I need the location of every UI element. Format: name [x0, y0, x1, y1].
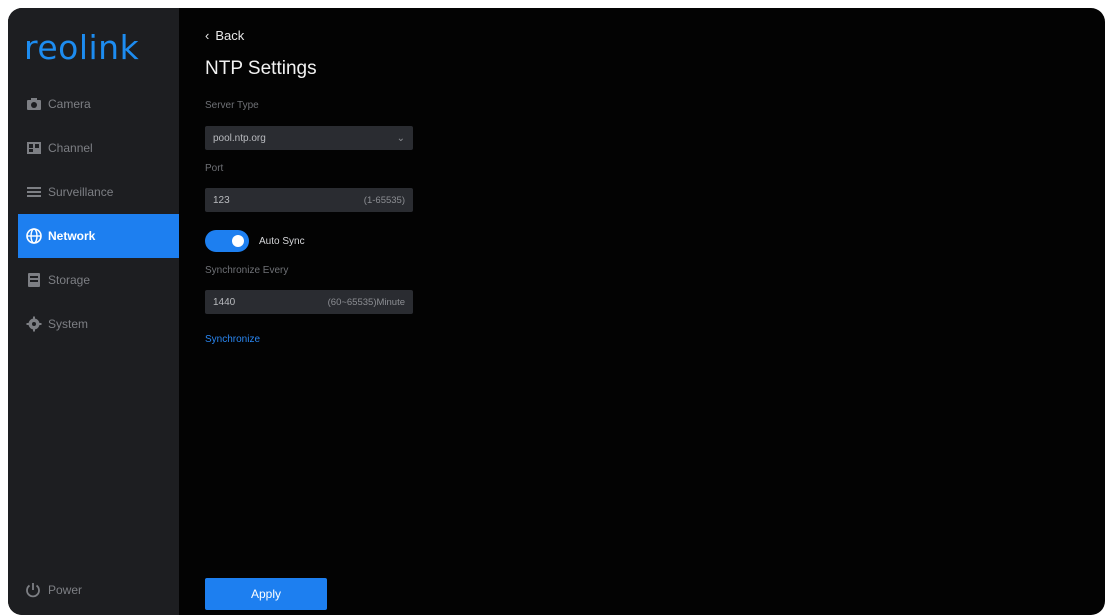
sidebar-item-channel[interactable]: Channel [8, 126, 179, 170]
server-type-select[interactable]: pool.ntp.org ⌄ [205, 126, 413, 150]
sidebar-item-label: Channel [48, 141, 93, 155]
channel-icon [26, 140, 42, 156]
gear-icon [26, 316, 42, 332]
sidebar-item-label: System [48, 317, 89, 331]
camera-icon [26, 96, 42, 112]
sidebar-item-label: Network [48, 229, 96, 243]
sidebar-item-camera[interactable]: Camera [8, 82, 179, 126]
sidebar-item-surveillance[interactable]: Surveillance [8, 170, 179, 214]
app-window: reolink Camera Channel Surveillance Netw… [8, 8, 1105, 615]
port-hint: (1-65535) [363, 194, 405, 206]
sidebar-item-label: Camera [48, 97, 91, 111]
sidebar-item-storage[interactable]: Storage [8, 258, 179, 302]
sidebar-item-label: Surveillance [48, 185, 114, 199]
power-button[interactable]: Power [24, 581, 82, 599]
sync-every-value: 1440 [213, 296, 236, 308]
auto-sync-row: Auto Sync [205, 230, 305, 252]
sidebar-item-label: Storage [48, 273, 91, 287]
main-panel: ‹ Back NTP Settings Server Type pool.ntp… [179, 8, 1105, 615]
storage-icon [26, 272, 42, 288]
page-title: NTP Settings [205, 58, 317, 79]
apply-button[interactable]: Apply [205, 578, 327, 610]
sidebar-item-network[interactable]: Network [18, 214, 179, 258]
list-icon [26, 184, 42, 200]
port-value: 123 [213, 194, 230, 206]
chevron-left-icon: ‹ [205, 28, 210, 43]
toggle-knob [232, 235, 244, 247]
sidebar-nav: Camera Channel Surveillance Network Stor… [8, 82, 179, 346]
auto-sync-toggle[interactable] [205, 230, 249, 252]
globe-icon [26, 228, 42, 244]
port-label: Port [205, 163, 224, 174]
server-type-label: Server Type [205, 100, 259, 111]
server-type-value: pool.ntp.org [213, 132, 266, 144]
sync-every-label: Synchronize Every [205, 265, 289, 276]
chevron-down-icon: ⌄ [396, 132, 405, 144]
reolink-logo: reolink [24, 28, 140, 67]
back-button[interactable]: ‹ Back [205, 28, 244, 43]
sidebar-item-system[interactable]: System [8, 302, 179, 346]
port-input[interactable]: 123 (1-65535) [205, 188, 413, 212]
auto-sync-label: Auto Sync [259, 235, 305, 247]
sidebar: reolink Camera Channel Surveillance Netw… [8, 8, 179, 615]
sync-every-input[interactable]: 1440 (60~65535)Minute [205, 290, 413, 314]
power-icon [26, 583, 40, 598]
back-label: Back [215, 28, 245, 43]
sync-every-hint: (60~65535)Minute [327, 296, 405, 308]
power-label: Power [48, 583, 83, 597]
synchronize-link[interactable]: Synchronize [205, 334, 260, 345]
